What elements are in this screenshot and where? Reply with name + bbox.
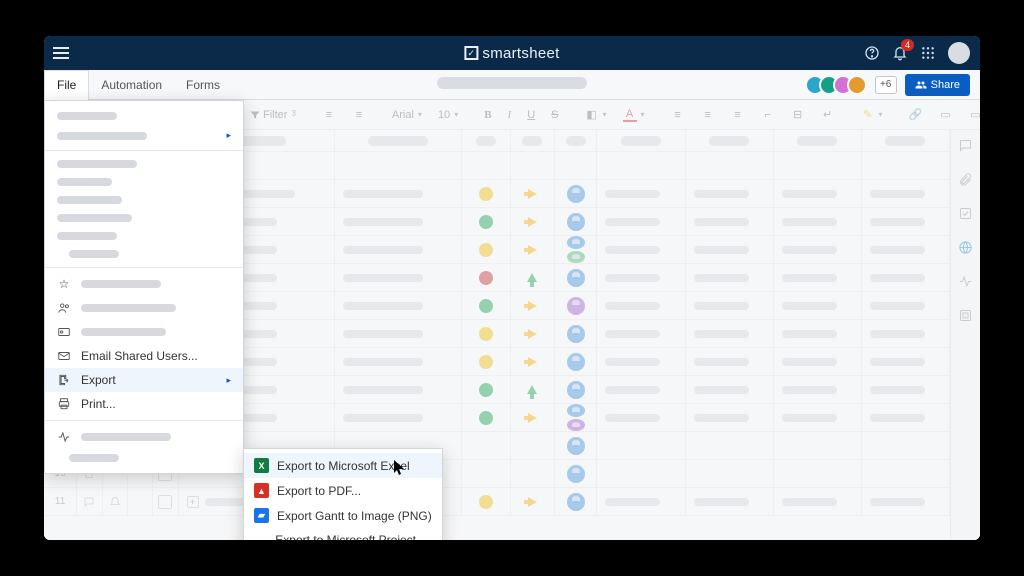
help-icon[interactable] (864, 45, 880, 61)
file-menu-item[interactable]: ▸ (45, 125, 243, 146)
align-center-button[interactable]: ≡ (696, 106, 720, 124)
info-icon[interactable] (958, 308, 973, 328)
file-menu-dropdown: ▸ ☆ Email Shared Users... Export▸ Print.… (44, 100, 244, 474)
file-menu-print[interactable]: Print... (45, 392, 243, 416)
font-name-select[interactable]: Arial▾ (387, 107, 427, 123)
file-menu-item[interactable] (45, 227, 243, 245)
export-pdf[interactable]: ▲Export to PDF... (244, 478, 442, 503)
activity-icon[interactable] (958, 274, 973, 294)
brand-text: smartsheet (482, 45, 559, 62)
file-menu-item[interactable] (45, 245, 243, 263)
file-menu-item[interactable] (45, 107, 243, 125)
file-menu-activity[interactable] (45, 425, 243, 449)
file-menu-favorite[interactable]: ☆ (45, 272, 243, 296)
header-actions: 4 (864, 42, 980, 64)
export-submenu: XExport to Microsoft Excel ▲Export to PD… (243, 448, 443, 540)
sheet-title-placeholder (437, 77, 587, 89)
print-icon (57, 397, 71, 411)
user-avatar[interactable] (948, 42, 970, 64)
outdent-button[interactable]: ≡ (317, 106, 341, 124)
share-button[interactable]: Share (905, 74, 970, 96)
file-menu-export[interactable]: Export▸ (45, 368, 243, 392)
bold-button[interactable]: B (479, 107, 496, 123)
app-window: ✓ smartsheet 4 File Automation Forms +6 (44, 36, 980, 540)
underline-button[interactable]: U (522, 107, 540, 123)
menu-automation[interactable]: Automation (89, 70, 174, 99)
collaborator-avatars[interactable] (811, 75, 867, 95)
attach-button[interactable]: ▭ (964, 106, 980, 124)
file-menu-item[interactable] (45, 449, 243, 467)
mouse-cursor (394, 460, 406, 476)
mail-icon (57, 349, 71, 363)
collaborator-overflow[interactable]: +6 (875, 76, 897, 94)
global-header: ✓ smartsheet 4 (44, 36, 980, 70)
file-menu-item[interactable] (45, 173, 243, 191)
file-menu-sharing[interactable] (45, 296, 243, 320)
card-icon (57, 325, 71, 339)
export-gantt-png[interactable]: ▰Export Gantt to Image (PNG) (244, 503, 442, 528)
align-right-button[interactable]: ≡ (726, 106, 750, 124)
fill-color-button[interactable]: ◧▾ (580, 106, 612, 124)
strike-button[interactable]: S (546, 107, 563, 123)
file-menu-properties[interactable] (45, 320, 243, 344)
menu-forms[interactable]: Forms (174, 70, 232, 99)
image-button[interactable]: ▭ (934, 106, 958, 124)
logo-check-icon: ✓ (464, 46, 478, 60)
people-icon (57, 301, 71, 315)
file-menu-item[interactable] (45, 209, 243, 227)
align-top-button[interactable]: ⌐ (756, 106, 780, 124)
publish-icon[interactable] (958, 240, 973, 260)
brand-logo: ✓ smartsheet (464, 45, 559, 62)
file-menu-item[interactable] (45, 191, 243, 209)
italic-button[interactable]: I (503, 107, 517, 123)
export-icon (57, 373, 71, 387)
link-button[interactable]: 🔗 (904, 106, 928, 124)
project-icon: P (254, 540, 267, 541)
sheet-menubar: File Automation Forms +6 Share (44, 70, 980, 100)
text-color-button[interactable]: A▾ (618, 106, 650, 124)
collaborator-avatar[interactable] (847, 75, 867, 95)
export-excel[interactable]: XExport to Microsoft Excel (244, 453, 442, 478)
workspace: Filter 3 ≡ ≡ Arial▾ 10▾ B I U S ◧▾ A▾ ≡ … (44, 100, 980, 540)
file-menu-item[interactable] (45, 155, 243, 173)
menu-file[interactable]: File (44, 70, 89, 101)
notification-badge: 4 (901, 39, 914, 51)
pdf-icon: ▲ (254, 483, 269, 498)
export-msproject[interactable]: PExport to Microsoft Project (XML) (244, 528, 442, 540)
filter-button[interactable]: Filter 3 (244, 107, 301, 123)
main-menu-button[interactable] (44, 36, 78, 70)
proof-icon[interactable] (958, 206, 973, 226)
activity-log-icon (57, 430, 71, 444)
row-checkbox[interactable] (158, 495, 172, 509)
indent-button[interactable]: ≡ (347, 106, 371, 124)
table-row[interactable]: 11+ (44, 488, 950, 516)
align-left-button[interactable]: ≡ (666, 106, 690, 124)
font-size-select[interactable]: 10▾ (433, 107, 463, 123)
wrap-button[interactable]: ↵ (816, 106, 840, 124)
notifications-icon[interactable]: 4 (892, 45, 908, 61)
comments-icon[interactable] (958, 138, 973, 158)
apps-grid-icon[interactable] (920, 45, 936, 61)
image-icon: ▰ (254, 508, 269, 523)
right-rail (950, 130, 980, 540)
attachments-icon[interactable] (958, 172, 973, 192)
highlight-button[interactable]: ✎▾ (856, 106, 888, 124)
align-middle-button[interactable]: ⊟ (786, 106, 810, 124)
star-icon: ☆ (57, 277, 71, 291)
excel-icon: X (254, 458, 269, 473)
file-menu-email[interactable]: Email Shared Users... (45, 344, 243, 368)
